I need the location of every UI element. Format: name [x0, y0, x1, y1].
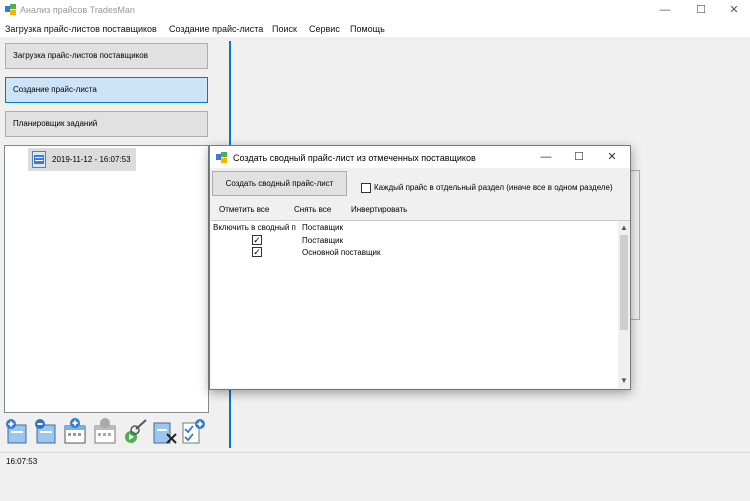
delete-price-icon[interactable]	[152, 417, 178, 445]
separate-section-checkbox[interactable]	[361, 182, 371, 193]
column-header-include[interactable]: Включить в сводный п	[213, 223, 296, 232]
scheduler-button[interactable]: Планировщик заданий	[5, 111, 208, 137]
menu-search[interactable]: Поиск	[272, 24, 297, 34]
dialog-minimize-button[interactable]: —	[530, 146, 562, 168]
menu-service[interactable]: Сервис	[309, 24, 340, 34]
load-prices-button[interactable]: Загрузка прайс-листов поставщиков	[5, 43, 208, 69]
scroll-down-icon[interactable]: ▼	[618, 375, 630, 387]
dialog-close-button[interactable]: ✕	[596, 146, 628, 168]
calendar-add-icon[interactable]	[62, 417, 88, 445]
tree-item-label: 2019-11-12 - 16:07:53	[52, 155, 131, 164]
document-icon	[32, 151, 46, 168]
minimize-button[interactable]: —	[647, 0, 683, 20]
close-button[interactable]: ✕	[716, 0, 750, 20]
search-next-icon[interactable]	[122, 417, 148, 445]
calendar-icon[interactable]	[92, 417, 118, 445]
menu-load-prices[interactable]: Загрузка прайс-листов поставщиков	[5, 24, 157, 34]
table-row[interactable]: Основной поставщик	[302, 248, 381, 257]
scroll-up-icon[interactable]: ▲	[618, 222, 630, 234]
menu-create-price[interactable]: Создание прайс-листа	[169, 24, 263, 34]
dialog-maximize-button[interactable]: ☐	[563, 146, 595, 168]
grid-scrollbar[interactable]: ▲ ▼	[618, 221, 630, 388]
title-bar: Анализ прайсов TradesMan — ☐ ✕	[0, 0, 750, 20]
tree-item[interactable]: 2019-11-12 - 16:07:53	[28, 148, 136, 171]
add-price-icon[interactable]	[4, 417, 30, 445]
create-price-button[interactable]: Создание прайс-листа	[5, 77, 208, 103]
window-title: Анализ прайсов TradesMan	[20, 5, 135, 15]
menu-help[interactable]: Помощь	[350, 24, 385, 34]
row-include-checkbox[interactable]: ✓	[252, 235, 262, 245]
app-icon	[216, 152, 227, 163]
scroll-thumb[interactable]	[620, 235, 628, 330]
select-all-button[interactable]: Отметить все	[219, 205, 269, 214]
separate-section-option[interactable]: Каждый прайс в отдельный раздел (иначе в…	[361, 182, 613, 194]
app-icon	[5, 4, 16, 15]
column-header-supplier[interactable]: Поставщик	[302, 223, 343, 232]
status-bar: 16:07:53	[0, 452, 750, 501]
create-summary-button[interactable]: Создать сводный прайс-лист	[212, 171, 347, 196]
supplier-grid[interactable]: Включить в сводный п Поставщик ✓ Поставщ…	[211, 220, 630, 388]
price-tree[interactable]: 2019-11-12 - 16:07:53	[4, 145, 209, 413]
separate-section-label: Каждый прайс в отдельный раздел (иначе в…	[374, 183, 613, 193]
table-row[interactable]: Поставщик	[302, 236, 343, 245]
create-summary-dialog: Создать сводный прайс-лист из отмеченных…	[209, 145, 631, 390]
tree-toolbar	[4, 417, 209, 447]
check-all-icon[interactable]	[181, 417, 207, 445]
status-text: 16:07:53	[6, 457, 38, 466]
dialog-title: Создать сводный прайс-лист из отмеченных…	[233, 153, 476, 163]
refresh-price-icon[interactable]	[33, 417, 59, 445]
maximize-button[interactable]: ☐	[683, 0, 719, 20]
left-panel: Загрузка прайс-листов поставщиков Создан…	[0, 37, 228, 449]
row-include-checkbox[interactable]: ✓	[252, 247, 262, 257]
deselect-all-button[interactable]: Снять все	[294, 205, 331, 214]
invert-button[interactable]: Инвертировать	[351, 205, 407, 214]
menu-bar: Загрузка прайс-листов поставщиков Создан…	[0, 20, 750, 37]
dialog-title-bar: Создать сводный прайс-лист из отмеченных…	[210, 146, 630, 168]
